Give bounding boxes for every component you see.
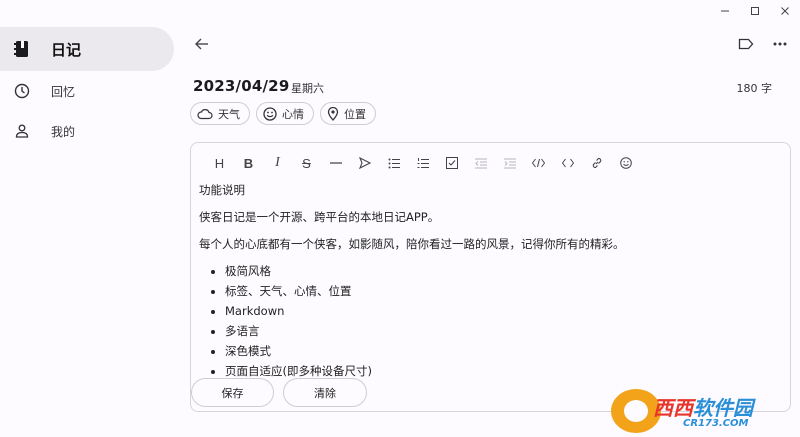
outdent-button[interactable] [466,153,495,173]
sidebar-item-label: 回忆 [51,84,76,99]
person-icon [12,121,32,141]
horizontal-rule-button[interactable] [321,153,350,173]
italic-icon: I [275,155,280,170]
entry-weekday: 星期六 [291,82,324,95]
arrow-left-icon [195,38,208,50]
location-chip[interactable]: 位置 [320,102,376,125]
list-item: 页面自适应(即多种设备尺寸) [225,364,780,378]
entry-chips: 天气 心情 位置 [190,102,376,125]
link-button[interactable] [582,153,611,173]
window-controls [710,0,800,22]
save-button[interactable]: 保存 [191,378,274,407]
cloud-icon [197,108,213,119]
markdown-editor[interactable]: H B I S 功能说明 侠客日记是一个开源、跨平台的本地日记APP。 每个人的… [190,142,791,412]
close-button[interactable] [770,0,800,22]
content-paragraph: 侠客日记是一个开源、跨平台的本地日记APP。 [199,210,440,224]
watermark-title: 西西软件园 [653,392,753,421]
checkbox-icon [445,157,458,169]
watermark-text-blue: 软件园 [693,396,753,420]
mood-chip[interactable]: 心情 [256,102,314,125]
sidebar-item-label: 日记 [51,40,82,59]
watermark: 西西软件园 CR173.COM [603,385,800,437]
horizontal-rule-icon [329,162,342,164]
sidebar-item-diary[interactable]: 日记 [0,27,174,71]
clear-button[interactable]: 清除 [283,378,367,407]
clock-icon [12,81,32,101]
minimize-button[interactable] [710,0,740,22]
link-icon [592,157,601,169]
sidebar: 日记 回忆 我的 [0,22,180,437]
list-item: Markdown [225,304,780,318]
editor-content[interactable]: 功能说明 侠客日记是一个开源、跨平台的本地日记APP。 每个人的心底都有一个侠客… [199,183,780,384]
more-horizontal-icon [773,42,787,46]
sidebar-item-memories[interactable]: 回忆 [0,69,174,113]
checklist-button[interactable] [437,153,466,173]
ordered-list-icon [417,157,429,168]
back-button[interactable] [192,34,212,54]
diary-icon [12,39,32,59]
italic-button[interactable]: I [263,153,292,173]
maximize-button[interactable] [740,0,770,22]
smiley-icon [263,106,277,121]
sidebar-item-label: 我的 [51,124,76,139]
list-item: 标签、天气、心情、位置 [225,284,780,298]
list-item: 深色模式 [225,344,780,358]
smiley-icon [619,157,632,169]
tag-icon [738,38,754,50]
sidebar-item-profile[interactable]: 我的 [0,109,174,153]
quote-button[interactable] [350,153,379,173]
weather-label: 天气 [218,107,240,121]
bullet-list-icon [388,158,400,168]
heading-button[interactable]: H [205,153,234,173]
list-item: 极简风格 [225,264,780,278]
weather-chip[interactable]: 天气 [190,102,250,125]
top-actions [736,34,790,54]
tag-button[interactable] [736,34,756,54]
content-paragraph: 每个人的心底都有一个侠客，如影随风，陪你看过一路的风景，记得你所有的精彩。 [199,237,625,251]
strikethrough-button[interactable]: S [292,153,321,173]
indent-button[interactable] [495,153,524,173]
code-block-icon [532,158,545,168]
outdent-icon [474,158,487,168]
strikethrough-icon: S [302,155,311,171]
maximize-icon [751,7,759,15]
watermark-domain: CR173.COM [683,418,749,429]
heading-icon: H [214,155,225,171]
feature-list: 极简风格 标签、天气、心情、位置 Markdown 多语言 深色模式 页面自适应… [199,264,780,378]
code-block-button[interactable] [524,153,553,173]
minimize-icon [721,10,729,12]
close-icon [781,7,789,15]
editor-toolbar: H B I S [205,153,640,173]
send-icon [358,157,371,169]
word-count: 180 字 [736,82,773,95]
list-item: 多语言 [225,324,780,338]
bold-icon: B [243,155,254,171]
inline-code-icon [561,158,574,168]
content-heading: 功能说明 [199,183,245,197]
mood-label: 心情 [282,107,304,121]
inline-code-button[interactable] [553,153,582,173]
more-button[interactable] [770,34,790,54]
watermark-text-red: 西西 [653,396,693,420]
location-label: 位置 [344,107,366,121]
ordered-list-button[interactable] [408,153,437,173]
emoji-button[interactable] [611,153,640,173]
entry-date[interactable]: 2023/04/29 [193,77,289,95]
main-panel: 2023/04/29 星期六 180 字 天气 心情 位置 H B I S 功能… [180,22,800,437]
bold-button[interactable]: B [234,153,263,173]
indent-icon [503,158,516,168]
location-pin-icon [327,106,339,121]
bullet-list-button[interactable] [379,153,408,173]
